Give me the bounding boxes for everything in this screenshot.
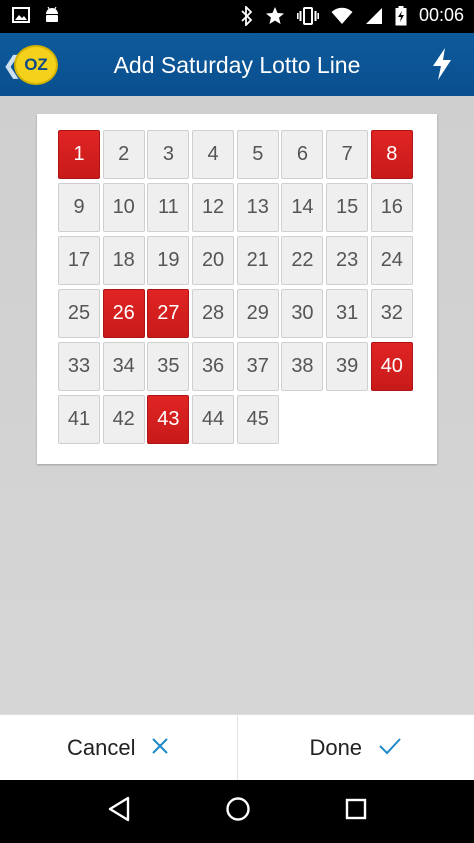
number-38[interactable]: 38: [281, 342, 324, 391]
number-10[interactable]: 10: [102, 183, 145, 232]
number-7[interactable]: 7: [326, 130, 369, 179]
number-30[interactable]: 30: [281, 289, 324, 338]
number-35[interactable]: 35: [147, 342, 190, 391]
back-triangle-icon[interactable]: [107, 796, 131, 827]
number-picker-card: 1 2 3 4 5 6 7 8 9 10 11 12 13 14 15 16 17 18 19 20 21 22 23 24 2…: [37, 114, 437, 464]
page-title: Add Saturday Lotto Line: [113, 52, 361, 78]
number-44[interactable]: 44: [192, 395, 235, 444]
signal-icon: [365, 7, 383, 25]
number-40-selected[interactable]: 40: [370, 342, 413, 391]
wifi-icon: [331, 7, 353, 25]
image-icon: [12, 7, 30, 23]
number-11[interactable]: 11: [147, 183, 190, 232]
number-5[interactable]: 5: [236, 130, 279, 179]
android-icon: [44, 6, 60, 24]
number-1-selected[interactable]: 1: [58, 130, 100, 179]
status-bar-right: 00:06: [241, 5, 464, 26]
number-25[interactable]: 25: [58, 289, 100, 338]
vibrate-icon: [296, 6, 319, 26]
number-23[interactable]: 23: [326, 236, 369, 285]
number-3[interactable]: 3: [147, 130, 190, 179]
recents-square-icon[interactable]: [345, 798, 367, 825]
number-42[interactable]: 42: [102, 395, 145, 444]
number-2[interactable]: 2: [102, 130, 145, 179]
number-45[interactable]: 45: [236, 395, 279, 444]
content-area: 1 2 3 4 5 6 7 8 9 10 11 12 13 14 15 16 17 18 19 20 21 22 23 24 2…: [0, 96, 474, 714]
number-22[interactable]: 22: [281, 236, 324, 285]
number-17[interactable]: 17: [58, 236, 100, 285]
number-39[interactable]: 39: [326, 342, 369, 391]
number-27-selected[interactable]: 27: [147, 289, 190, 338]
number-19[interactable]: 19: [147, 236, 190, 285]
number-grid: 1 2 3 4 5 6 7 8 9 10 11 12 13 14 15 16 17 18 19 20 21 22 23 24 2…: [58, 130, 413, 444]
done-label: Done: [309, 734, 363, 760]
cancel-label: Cancel: [67, 734, 136, 760]
number-13[interactable]: 13: [236, 183, 279, 232]
status-time: 00:06: [418, 5, 464, 25]
number-12[interactable]: 12: [192, 183, 235, 232]
status-bar: 00:06: [0, 0, 474, 33]
app-bar: ❮ OZ Add Saturday Lotto Line: [0, 33, 474, 96]
bluetooth-icon: [241, 5, 253, 26]
number-8-selected[interactable]: 8: [370, 130, 413, 179]
number-41[interactable]: 41: [58, 395, 100, 444]
number-14[interactable]: 14: [281, 183, 324, 232]
number-31[interactable]: 31: [326, 289, 369, 338]
number-36[interactable]: 36: [192, 342, 235, 391]
close-icon: [151, 735, 169, 761]
number-43-selected[interactable]: 43: [147, 395, 190, 444]
number-29[interactable]: 29: [236, 289, 279, 338]
navigation-bar: [0, 780, 474, 843]
number-24[interactable]: 24: [370, 236, 413, 285]
action-bar: Cancel Done: [0, 714, 474, 780]
lightning-bolt-icon[interactable]: [430, 47, 454, 86]
number-32[interactable]: 32: [370, 289, 413, 338]
home-circle-icon[interactable]: [225, 796, 251, 827]
number-4[interactable]: 4: [192, 130, 235, 179]
number-16[interactable]: 16: [370, 183, 413, 232]
number-33[interactable]: 33: [58, 342, 100, 391]
number-28[interactable]: 28: [192, 289, 235, 338]
number-37[interactable]: 37: [236, 342, 279, 391]
number-9[interactable]: 9: [58, 183, 100, 232]
cancel-button[interactable]: Cancel: [0, 715, 237, 780]
done-button[interactable]: Done: [236, 715, 474, 780]
number-15[interactable]: 15: [326, 183, 369, 232]
number-20[interactable]: 20: [192, 236, 235, 285]
number-6[interactable]: 6: [281, 130, 324, 179]
number-26-selected[interactable]: 26: [102, 289, 145, 338]
number-34[interactable]: 34: [102, 342, 145, 391]
number-21[interactable]: 21: [236, 236, 279, 285]
number-18[interactable]: 18: [102, 236, 145, 285]
star-icon: [265, 6, 285, 26]
battery-charging-icon: [395, 5, 407, 26]
check-icon: [378, 735, 402, 761]
status-bar-left: [12, 6, 60, 24]
